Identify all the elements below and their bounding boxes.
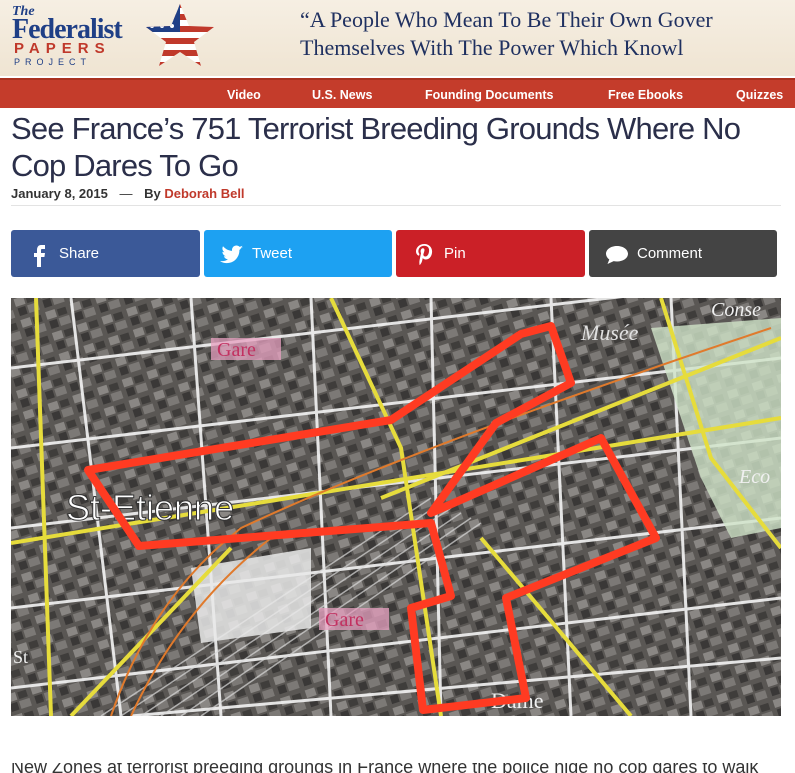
map-label-conse: Conse <box>711 299 761 321</box>
map-label-st-etienne: St-Etienne <box>66 487 234 528</box>
byline-divider <box>11 205 781 206</box>
article-byline: January 8, 2015 — By Deborah Bell <box>11 186 245 201</box>
pinterest-pin-label: Pin <box>444 245 466 262</box>
map-label-gare-top: Gare <box>217 339 256 361</box>
article-map-image[interactable]: Gare Gare St-Etienne Musée Conse Eco Dam… <box>11 298 781 716</box>
street-map: Gare Gare St-Etienne Musée Conse Eco Dam… <box>11 298 781 716</box>
article-title: See France’s 751 Terrorist Breeding Grou… <box>11 111 741 183</box>
site-header: The Federalist PAPERS PROJECT “A People … <box>0 0 795 76</box>
facebook-share-label: Share <box>59 245 100 262</box>
byline-dash: — <box>119 186 133 201</box>
logo-project: PROJECT <box>14 57 92 67</box>
nav-item-founding-documents[interactable]: Founding Documents <box>425 88 553 102</box>
comment-button[interactable]: Comment <box>589 230 777 277</box>
site-logo[interactable]: The Federalist PAPERS PROJECT <box>12 4 214 70</box>
comment-label: Comment <box>637 245 703 262</box>
author-link[interactable]: Deborah Bell <box>164 186 244 201</box>
twitter-tweet-button[interactable]: Tweet <box>204 230 392 277</box>
logo-papers: PAPERS <box>14 40 111 57</box>
article-body: New Zones at terrorist breeding grounds … <box>11 763 781 773</box>
facebook-icon <box>34 245 45 267</box>
article-body-start: New Zones at terrorist breeding grounds … <box>11 763 759 773</box>
pinterest-pin-button[interactable]: Pin <box>396 230 585 277</box>
nav-item-quizzes[interactable]: Quizzes <box>736 88 783 102</box>
nav-item-free-ebooks[interactable]: Free Ebooks <box>608 88 683 102</box>
map-label-gare-bottom: Gare <box>325 609 364 631</box>
flag-star-icon <box>146 4 214 66</box>
speech-bubble-icon <box>606 246 628 264</box>
nav-item-video[interactable]: Video <box>227 88 261 102</box>
quote-line-2: Themselves With The Power Which Knowl <box>300 35 684 60</box>
quote-line-1: “A People Who Mean To Be Their Own Gover <box>300 7 713 32</box>
map-label-eco: Eco <box>738 466 770 488</box>
article-date: January 8, 2015 <box>11 186 108 201</box>
main-nav: Video U.S. News Founding Documents Free … <box>0 78 795 108</box>
header-quote: “A People Who Mean To Be Their Own Gover… <box>300 6 795 62</box>
nav-item-us-news[interactable]: U.S. News <box>312 88 372 102</box>
pinterest-icon <box>416 244 433 266</box>
facebook-share-button[interactable]: Share <box>11 230 200 277</box>
map-label-musee: Musée <box>580 320 639 345</box>
byline-by: By <box>144 186 161 201</box>
twitter-tweet-label: Tweet <box>252 245 293 262</box>
map-label-st: St <box>13 647 28 667</box>
twitter-bird-icon <box>220 245 243 264</box>
